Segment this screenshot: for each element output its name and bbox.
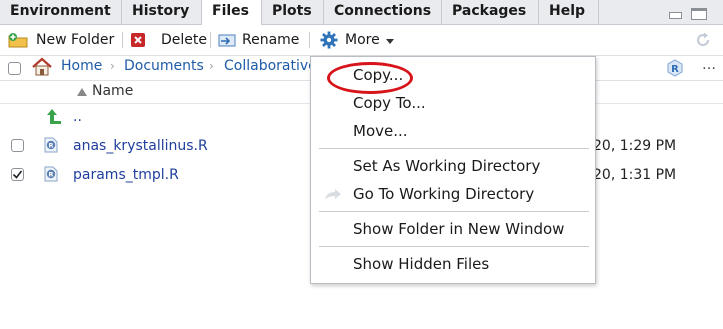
menu-item-show-hidden-files[interactable]: Show Hidden Files bbox=[353, 255, 489, 273]
minimize-pane-icon[interactable] bbox=[669, 12, 682, 19]
delete-label: Delete bbox=[161, 32, 207, 48]
chevron-down-icon bbox=[385, 39, 394, 44]
sort-ascending-icon[interactable] bbox=[77, 88, 87, 96]
refresh-icon[interactable] bbox=[694, 31, 712, 49]
new-folder-button[interactable]: New Folder bbox=[8, 25, 114, 55]
tab-environment[interactable]: Environment bbox=[0, 0, 122, 24]
file-name-link[interactable]: params_tmpl.R bbox=[73, 167, 179, 183]
more-label: More bbox=[345, 32, 380, 48]
menu-divider bbox=[319, 211, 589, 212]
delete-icon bbox=[131, 33, 145, 47]
go-to-arrow-icon bbox=[325, 189, 341, 199]
rename-button[interactable]: Rename bbox=[218, 25, 299, 55]
parent-directory-link[interactable]: .. bbox=[73, 109, 82, 125]
tab-packages[interactable]: Packages bbox=[442, 0, 539, 24]
maximize-pane-icon[interactable] bbox=[691, 8, 707, 20]
delete-button[interactable]: Delete bbox=[131, 25, 207, 55]
tab-connections[interactable]: Connections bbox=[324, 0, 442, 24]
svg-text:R: R bbox=[48, 171, 53, 179]
rename-label: Rename bbox=[242, 32, 300, 48]
menu-divider bbox=[319, 246, 589, 247]
chevron-right-icon: › bbox=[209, 59, 214, 73]
file-modified: 20, 1:29 PM bbox=[593, 138, 677, 154]
tab-history[interactable]: History bbox=[122, 0, 202, 24]
select-all-checkbox[interactable] bbox=[8, 62, 21, 75]
menu-item-set-working-directory[interactable]: Set As Working Directory bbox=[353, 157, 540, 175]
up-arrow-icon bbox=[47, 109, 61, 124]
file-name-link[interactable]: anas_krystallinus.R bbox=[73, 138, 208, 154]
more-button[interactable]: More bbox=[320, 25, 394, 55]
home-icon[interactable] bbox=[31, 57, 53, 77]
toolbar-divider bbox=[210, 32, 211, 48]
rename-icon bbox=[218, 34, 236, 47]
pane-tab-bar: Environment History Files Plots Connecti… bbox=[0, 0, 723, 25]
new-folder-icon bbox=[8, 33, 28, 48]
row-checkbox[interactable] bbox=[11, 139, 24, 152]
tab-files[interactable]: Files bbox=[202, 0, 262, 25]
menu-divider bbox=[319, 148, 589, 149]
breadcrumb-documents[interactable]: Documents bbox=[124, 58, 204, 74]
svg-text:R: R bbox=[48, 142, 53, 150]
menu-item-copy-to[interactable]: Copy To... bbox=[353, 94, 426, 112]
chevron-right-icon: › bbox=[110, 59, 115, 73]
row-checkbox[interactable] bbox=[11, 168, 24, 181]
r-project-icon[interactable]: R bbox=[666, 59, 684, 77]
more-dropdown-menu: Copy... Copy To... Move... Set As Workin… bbox=[310, 56, 596, 284]
breadcrumb-collaborative[interactable]: Collaborative bbox=[224, 58, 317, 74]
menu-item-show-folder-new-window[interactable]: Show Folder in New Window bbox=[353, 220, 564, 238]
checkmark-icon bbox=[12, 170, 23, 179]
column-header-name[interactable]: Name bbox=[92, 83, 133, 99]
r-file-icon: R bbox=[44, 137, 58, 153]
more-options-icon[interactable]: … bbox=[702, 57, 716, 73]
toolbar-divider bbox=[309, 32, 310, 48]
file-modified: 20, 1:31 PM bbox=[593, 167, 677, 183]
toolbar-divider bbox=[122, 32, 123, 48]
gear-icon bbox=[320, 31, 338, 49]
svg-text:R: R bbox=[671, 64, 679, 75]
r-file-icon: R bbox=[44, 166, 58, 182]
new-folder-label: New Folder bbox=[36, 32, 115, 48]
breadcrumb-home[interactable]: Home bbox=[61, 58, 102, 74]
menu-item-move[interactable]: Move... bbox=[353, 122, 408, 140]
files-toolbar: New Folder Delete Rename More bbox=[0, 25, 723, 56]
tab-help[interactable]: Help bbox=[539, 0, 599, 24]
menu-item-go-to-working-directory[interactable]: Go To Working Directory bbox=[353, 185, 534, 203]
tab-plots[interactable]: Plots bbox=[262, 0, 324, 24]
menu-item-copy[interactable]: Copy... bbox=[353, 66, 403, 84]
